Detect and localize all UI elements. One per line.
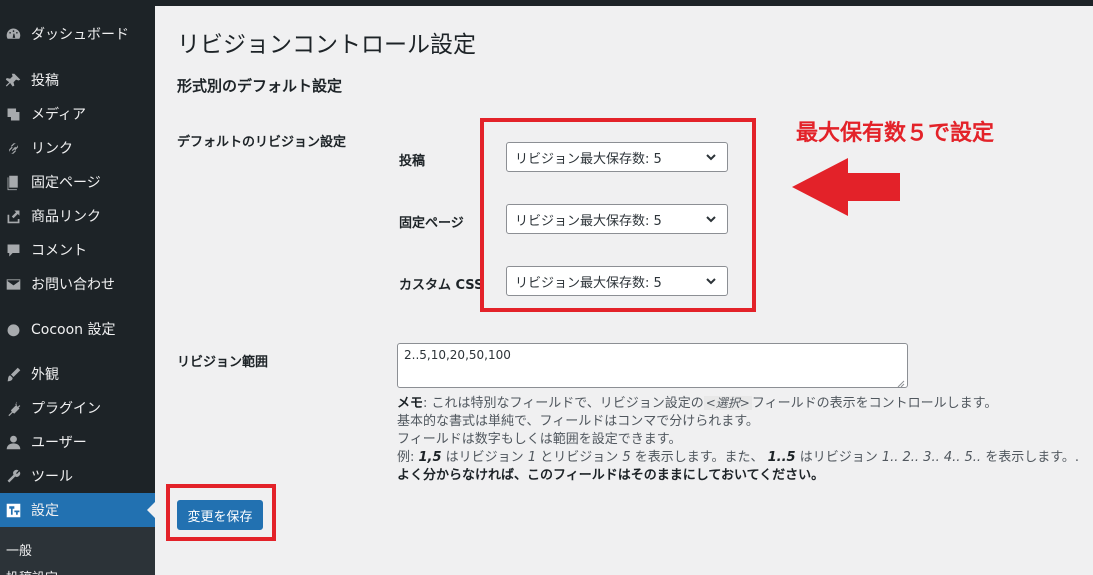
share-icon xyxy=(4,207,22,225)
textarea-value: 2..5,10,20,50,100 xyxy=(404,348,511,362)
sidebar-item-label: Cocoon 設定 xyxy=(31,322,116,338)
sidebar-item-settings[interactable]: 設定 xyxy=(0,493,155,527)
description-bold-note: よく分からなければ、このフィールドはそのままにしておいてください。 xyxy=(397,468,825,483)
sidebar-item-plugins[interactable]: プラグイン xyxy=(0,391,155,425)
submenu-item-general[interactable]: 一般 xyxy=(0,540,155,559)
sidebar-item-label: 外観 xyxy=(31,367,59,383)
settings-icon xyxy=(4,501,22,519)
description-text: はリビジョン xyxy=(795,450,882,465)
select-code: <選択> xyxy=(703,396,752,410)
user-icon xyxy=(4,433,22,451)
plugin-icon xyxy=(4,399,22,417)
section-title: 形式別のデフォルト設定 xyxy=(177,77,343,95)
page-title: リビジョンコントロール設定 xyxy=(177,32,476,58)
sidebar-item-dashboard[interactable]: ダッシュボード xyxy=(0,17,155,51)
sidebar-item-users[interactable]: ユーザー xyxy=(0,425,155,459)
revision-range-description: メモ: これは特別なフィールドで、リビジョン設定の <選択> フィールドの表示をコン… xyxy=(397,394,1079,485)
sidebar-item-label: お問い合わせ xyxy=(31,277,115,293)
page-icon xyxy=(4,173,22,191)
circle-icon xyxy=(4,320,22,338)
example-value: 1.. 2.. 3.. 4.. 5.. xyxy=(881,450,982,465)
sidebar-item-label: コメント xyxy=(31,243,87,259)
description-text: を表示します。また、 xyxy=(630,450,768,465)
sidebar-item-label: 設定 xyxy=(31,503,59,519)
settings-submenu: 一般 投稿設定 xyxy=(0,527,155,575)
link-icon xyxy=(4,139,22,157)
submenu-item-writing[interactable]: 投稿設定 xyxy=(0,567,155,575)
sidebar-item-label: 固定ページ xyxy=(31,175,101,191)
sidebar-item-label: プラグイン xyxy=(31,401,101,417)
sidebar-item-label: リンク xyxy=(31,141,73,157)
sidebar-item-label: 商品リンク xyxy=(31,209,101,225)
sidebar-item-label: メディア xyxy=(31,107,87,123)
default-revision-label: デフォルトのリビジョン設定 xyxy=(177,135,347,150)
revision-range-label: リビジョン範囲 xyxy=(177,355,269,370)
sidebar-item-posts[interactable]: 投稿 xyxy=(0,63,155,97)
left-arrow-icon xyxy=(792,158,900,216)
sidebar-item-label: ダッシュボード xyxy=(31,27,129,43)
sidebar-item-tools[interactable]: ツール xyxy=(0,459,155,493)
sidebar-item-pages[interactable]: 固定ページ xyxy=(0,165,155,199)
admin-sidebar: ダッシュボード 投稿 メディア リンク 固定ページ 商品リンク コメント お問い… xyxy=(0,6,155,575)
mail-icon xyxy=(4,275,22,293)
post-type-label-custom-css: カスタム CSS xyxy=(399,278,481,293)
revision-range-textarea[interactable]: 2..5,10,20,50,100 xyxy=(397,343,908,388)
sidebar-item-label: ツール xyxy=(31,469,73,485)
wrench-icon xyxy=(4,467,22,485)
sidebar-item-cocoon[interactable]: Cocoon 設定 xyxy=(0,312,155,346)
post-type-label-posts: 投稿 xyxy=(399,154,426,169)
sidebar-item-media[interactable]: メディア xyxy=(0,97,155,131)
description-line-2: 基本的な書式は単純で、フィールドはコンマで分けられます。 xyxy=(397,414,759,429)
description-text: : これは特別なフィールドで、リビジョン設定の xyxy=(423,396,704,411)
description-text: を表示します。. xyxy=(981,450,1080,465)
memo-label: メモ xyxy=(397,396,424,411)
description-text: フィールドの表示をコントロールします。 xyxy=(751,396,998,411)
example-value: 1..5 xyxy=(767,450,796,465)
post-type-label-pages: 固定ページ xyxy=(399,216,464,231)
annotation-text: 最大保有数５で設定 xyxy=(796,121,995,146)
description-text: 例: xyxy=(397,450,419,465)
sidebar-item-appearance[interactable]: 外観 xyxy=(0,357,155,391)
media-icon xyxy=(4,105,22,123)
pin-icon xyxy=(4,71,22,89)
example-value: 1,5 xyxy=(418,450,442,465)
description-line-3: フィールドは数字もしくは範囲を設定できます。 xyxy=(397,432,682,447)
description-text: はリビジョン xyxy=(441,450,528,465)
selects-highlight-box xyxy=(480,118,756,312)
description-line-1: メモ: これは特別なフィールドで、リビジョン設定の <選択> フィールドの表示をコン… xyxy=(397,394,1079,413)
description-line-5: よく分からなければ、このフィールドはそのままにしておいてください。 xyxy=(397,467,1079,485)
dashboard-icon xyxy=(4,25,22,43)
comment-icon xyxy=(4,241,22,259)
sidebar-item-links[interactable]: リンク xyxy=(0,131,155,165)
save-button-highlight-box xyxy=(166,484,276,541)
example-value: 5 xyxy=(622,450,631,465)
example-value: 1 xyxy=(527,450,537,465)
description-text: とリビジョン xyxy=(536,450,623,465)
sidebar-item-label: 投稿 xyxy=(31,73,59,89)
description-line-4: 例: 1,5 はリビジョン 1 とリビジョン 5 を表示します。また、 1..5… xyxy=(397,449,1079,467)
sidebar-item-label: ユーザー xyxy=(31,435,87,451)
brush-icon xyxy=(4,365,22,383)
sidebar-item-product-links[interactable]: 商品リンク xyxy=(0,199,155,233)
sidebar-item-contact[interactable]: お問い合わせ xyxy=(0,267,155,301)
sidebar-item-comments[interactable]: コメント xyxy=(0,233,155,267)
resize-grip-icon[interactable] xyxy=(897,377,905,388)
